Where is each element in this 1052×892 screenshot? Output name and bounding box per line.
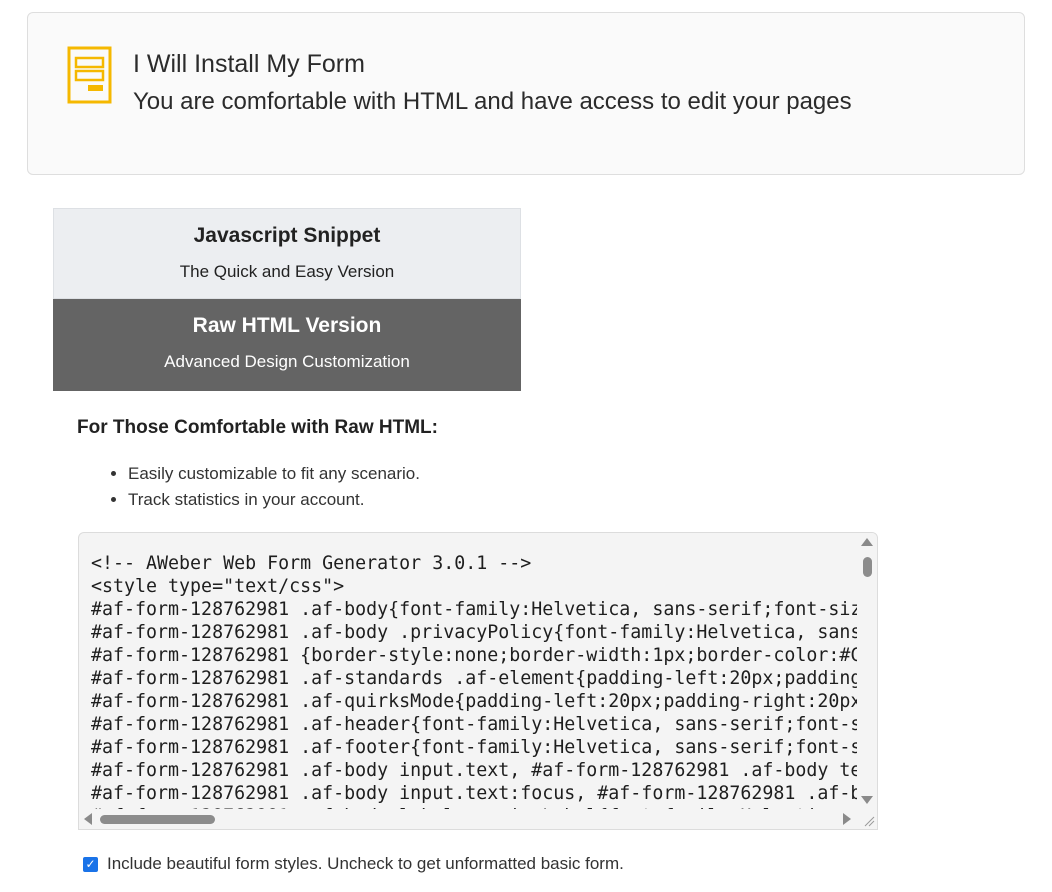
tab-title: Raw HTML Version [192,314,382,337]
include-styles-checkbox[interactable]: ✓ [83,856,98,872]
list-item: Track statistics in your account. [128,487,420,513]
resize-handle-icon[interactable] [857,809,877,829]
horizontal-scroll-thumb[interactable] [100,815,215,824]
scroll-down-arrow-icon[interactable] [861,796,873,804]
tab-title: Javascript Snippet [193,224,381,247]
tab-subtitle: The Quick and Easy Version [179,262,395,281]
scroll-right-arrow-icon[interactable] [843,813,851,825]
form-document-icon [67,46,112,104]
embed-type-tabs: Javascript Snippet The Quick and Easy Ve… [53,208,521,391]
install-option-title: I Will Install My Form [133,50,365,78]
feature-list: Easily customizable to fit any scenario.… [104,461,420,513]
section-heading: For Those Comfortable with Raw HTML: [77,417,438,438]
scroll-up-arrow-icon[interactable] [861,538,873,546]
scroll-left-arrow-icon[interactable] [84,813,92,825]
tab-javascript-snippet[interactable]: Javascript Snippet The Quick and Easy Ve… [53,208,521,299]
include-styles-label[interactable]: Include beautiful form styles. Uncheck t… [107,854,624,874]
html-code-textarea[interactable]: <!-- AWeber Web Form Generator 3.0.1 -->… [78,532,878,830]
vertical-scroll-thumb[interactable] [863,557,872,577]
include-styles-option[interactable]: ✓ Include beautiful form styles. Uncheck… [83,854,624,874]
tab-subtitle: Advanced Design Customization [164,352,410,371]
vertical-scrollbar[interactable] [859,533,877,811]
list-item: Easily customizable to fit any scenario. [128,461,420,487]
tab-raw-html-version[interactable]: Raw HTML Version Advanced Design Customi… [53,299,521,391]
code-content[interactable]: <!-- AWeber Web Form Generator 3.0.1 -->… [91,552,857,810]
install-option-card[interactable]: I Will Install My Form You are comfortab… [27,12,1025,175]
install-option-description: You are comfortable with HTML and have a… [133,88,852,115]
horizontal-scrollbar[interactable] [79,809,859,829]
